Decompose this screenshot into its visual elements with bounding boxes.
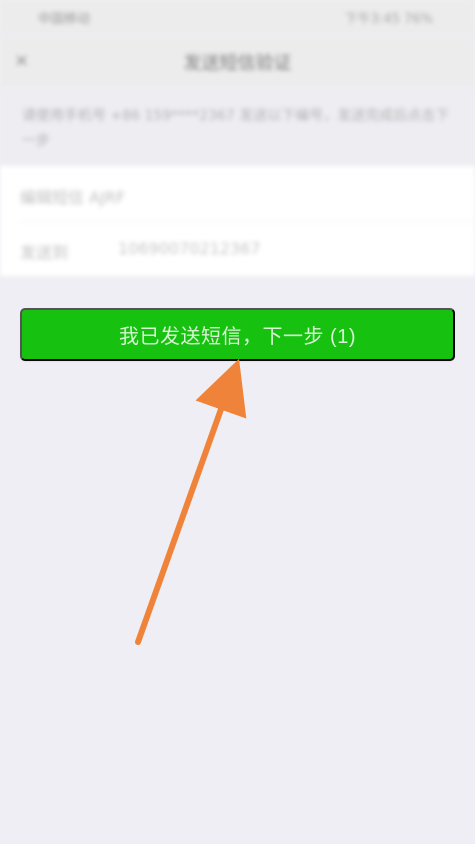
page-title: 发送短信验证	[183, 53, 292, 74]
send-to-number: 10690070212367	[118, 239, 261, 258]
send-to-row: 发送到 10690070212367	[20, 239, 261, 263]
divider	[20, 221, 475, 222]
status-bar: 中国移动 下午3:45 76%	[0, 0, 475, 34]
status-right-info: 下午3:45 76%	[344, 12, 433, 27]
sent-sms-next-step-button[interactable]: 我已发送短信，下一步 (1)	[20, 308, 455, 361]
sms-details-card: 编辑短信 AJRF 发送到 10690070212367	[0, 166, 475, 276]
sms-instruction: 请使用手机号 +86 159****2367 发送以下编号，发送完成后点击下一步	[0, 88, 475, 166]
navigation-bar: × 发送短信验证	[0, 34, 475, 88]
carrier-label: 中国移动	[38, 12, 91, 27]
instruction-text: 请使用手机号 +86 159****2367 发送以下编号，发送完成后点击下一步	[22, 108, 450, 149]
sms-content-row: 编辑短信 AJRF	[20, 188, 126, 207]
send-to-label: 发送到	[20, 243, 69, 262]
